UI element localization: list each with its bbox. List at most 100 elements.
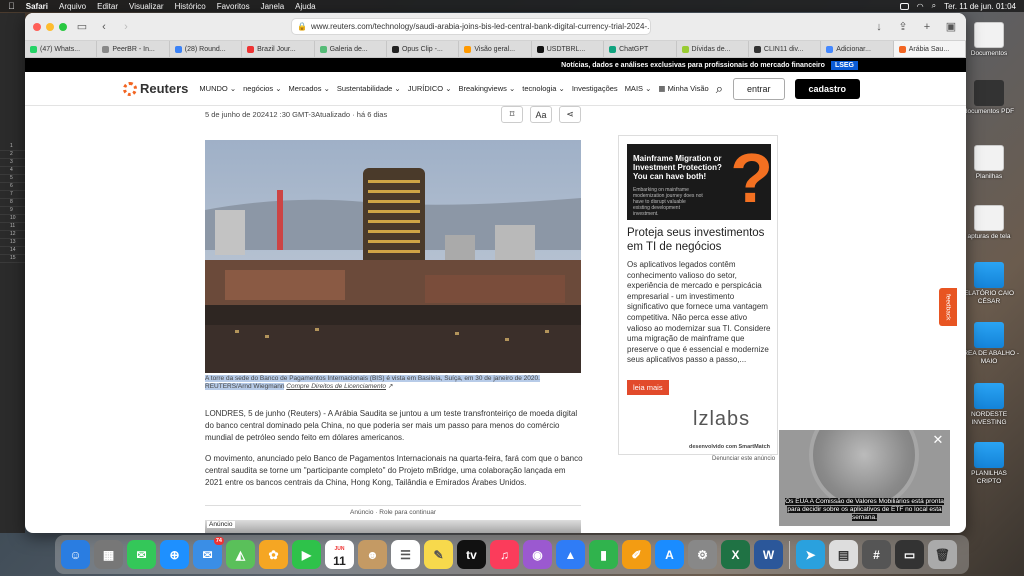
calendar-icon[interactable]: JUN 11 [325, 540, 354, 569]
app-store-icon[interactable]: A [655, 540, 684, 569]
tab-item[interactable]: PeerBR - In... [97, 41, 170, 57]
tab-item[interactable]: Opus Clip -... [387, 41, 460, 57]
desktop-item-documentos[interactable]: Documentos [959, 22, 1019, 58]
safari-icon[interactable]: ⊕ [160, 540, 189, 569]
close-window-button[interactable] [33, 22, 41, 31]
music-icon[interactable]: ♫ [490, 540, 519, 569]
finder-icon[interactable]: ☺ [61, 540, 90, 569]
menu-janela[interactable]: Janela [261, 2, 285, 11]
read-more-button[interactable]: leia mais [627, 380, 669, 395]
menu-editar[interactable]: Editar [97, 2, 118, 11]
font-size-button[interactable]: Aa [530, 106, 552, 123]
tv-icon[interactable]: tv [457, 540, 486, 569]
pages-icon[interactable]: ✐ [622, 540, 651, 569]
desktop-item-capturas[interactable]: apturas de tela [959, 205, 1019, 241]
contacts-icon[interactable]: ☻ [358, 540, 387, 569]
signup-button[interactable]: cadastro [794, 78, 861, 99]
tab-item[interactable]: Galeria de... [315, 41, 387, 57]
desktop-folder-relatorio[interactable]: ELATÓRIO CAIO CÉSAR [959, 262, 1019, 305]
nav-mercados[interactable]: Mercados ⌄ [289, 84, 330, 93]
share-icon[interactable]: ⋖ [559, 106, 581, 123]
apple-menu-icon[interactable]:  [8, 1, 15, 11]
tab-item[interactable]: CLIN11 div... [749, 41, 822, 57]
desktop-folder-area-trabalho[interactable]: ÁREA DE ABALHO - MAIO [959, 322, 1019, 365]
tab-item-active[interactable]: Arábia Sau... [893, 41, 966, 57]
launchpad-icon[interactable]: ▦ [94, 540, 123, 569]
feedback-tab[interactable]: feedback [939, 288, 957, 326]
desktop-folder-planilhas-cripto[interactable]: PLANILHAS CRIPTO [959, 442, 1019, 485]
tab-item[interactable]: Adicionar... [821, 41, 894, 57]
menu-ajuda[interactable]: Ajuda [295, 2, 315, 11]
new-tab-icon[interactable]: + [920, 21, 934, 33]
word-icon[interactable]: W [754, 540, 783, 569]
battery-icon[interactable] [899, 2, 909, 10]
clock[interactable]: Ter. 11 de jun. 01:04 [944, 2, 1016, 11]
tab-item[interactable]: USDTBRL... [532, 41, 605, 57]
keynote-icon[interactable]: ▲ [556, 540, 585, 569]
close-icon[interactable]: ✕ [930, 432, 946, 448]
sidebar-toggle-icon[interactable]: ▭ [75, 21, 89, 33]
inline-ad[interactable]: Anúncio [205, 520, 581, 533]
podcasts-icon[interactable]: ◉ [523, 540, 552, 569]
menu-arquivo[interactable]: Arquivo [59, 2, 86, 11]
calculator-icon[interactable]: # [862, 540, 891, 569]
excel-icon[interactable]: X [721, 540, 750, 569]
preview-icon[interactable]: ▤ [829, 540, 858, 569]
reminders-icon[interactable]: ☰ [391, 540, 420, 569]
report-ad-link[interactable]: Denunciar este anúncio [712, 456, 775, 462]
menu-app-name[interactable]: Safari [26, 2, 48, 11]
ad-title[interactable]: Proteja seus investimentos em TI de negó… [627, 226, 775, 254]
photos-icon[interactable]: ✿ [259, 540, 288, 569]
download-icon[interactable]: ↓ [872, 21, 886, 33]
maps-icon[interactable]: ◭ [226, 540, 255, 569]
telegram-icon[interactable]: ➤ [796, 540, 825, 569]
nav-sustentabilidade[interactable]: Sustentabilidade ⌄ [337, 84, 401, 93]
minimize-window-button[interactable] [46, 22, 54, 31]
recent-window-icon[interactable]: ▭ [895, 540, 924, 569]
nav-negocios[interactable]: negócios ⌄ [243, 84, 281, 93]
sidebar-ad[interactable]: Mainframe Migration or Investment Protec… [618, 135, 778, 455]
nav-mais[interactable]: MAIS ⌄ [625, 84, 652, 93]
system-settings-icon[interactable]: ⚙ [688, 540, 717, 569]
tab-item[interactable]: Brazil Jour... [242, 41, 315, 57]
share-icon[interactable]: ⇪ [896, 21, 910, 33]
forward-icon[interactable]: › [119, 21, 133, 33]
nav-investigacoes[interactable]: Investigações [572, 84, 618, 93]
licensing-link[interactable]: Compre Direitos de Licenciamento [286, 383, 386, 390]
numbers-icon[interactable]: ▮ [589, 540, 618, 569]
trash-icon[interactable]: 🗑 [928, 540, 957, 569]
search-icon[interactable]: ⌕ [716, 81, 723, 97]
promo-banner[interactable]: Notícias, dados e análises exclusivas pa… [25, 58, 966, 72]
menu-historico[interactable]: Histórico [175, 2, 206, 11]
tab-item[interactable]: ChatGPT [604, 41, 677, 57]
nav-mundo[interactable]: MUNDO ⌄ [199, 84, 236, 93]
desktop-item-planilhas[interactable]: Planilhas [959, 145, 1019, 181]
tab-overview-icon[interactable]: ▣ [944, 21, 958, 33]
search-icon[interactable]: ⌕ [932, 1, 936, 11]
messages-icon[interactable]: ✉ [127, 540, 156, 569]
nav-minha-visao[interactable]: ▦ Minha Visão [658, 84, 708, 93]
nav-breakingviews[interactable]: Breakingviews ⌄ [459, 84, 516, 93]
bookmark-icon[interactable]: ⌑ [501, 106, 523, 123]
reuters-logo[interactable]: Reuters [123, 81, 188, 96]
tab-item[interactable]: Dívidas de... [677, 41, 749, 57]
back-icon[interactable]: ‹ [97, 21, 111, 33]
nav-juridico[interactable]: JURÍDICO ⌄ [408, 84, 452, 93]
tab-item[interactable]: (47) Whats... [25, 41, 98, 57]
wifi-icon[interactable]: ◠ [917, 2, 924, 11]
desktop-item-documentos-pdf[interactable]: documentos PDF [959, 80, 1019, 116]
tab-item[interactable]: (28) Round... [170, 41, 243, 57]
article-photo[interactable] [205, 140, 581, 373]
facetime-icon[interactable]: ▶ [292, 540, 321, 569]
mail-icon[interactable]: ✉ 74 [193, 537, 224, 569]
address-bar[interactable]: 🔒 www.reuters.com/technology/saudi-arabi… [291, 18, 651, 35]
nav-tecnologia[interactable]: tecnologia ⌄ [522, 84, 565, 93]
zoom-window-button[interactable] [59, 22, 67, 31]
desktop-folder-nordeste[interactable]: NORDESTE INVESTING [959, 383, 1019, 426]
menu-visualizar[interactable]: Visualizar [129, 2, 164, 11]
notes-icon[interactable]: ✎ [424, 540, 453, 569]
menu-favoritos[interactable]: Favoritos [217, 2, 250, 11]
login-button[interactable]: entrar [733, 77, 785, 100]
tab-item[interactable]: Visão geral... [459, 41, 532, 57]
floating-video-popup[interactable]: ✕ Os EUA A Comissão de Valores Mobiliári… [779, 430, 950, 526]
